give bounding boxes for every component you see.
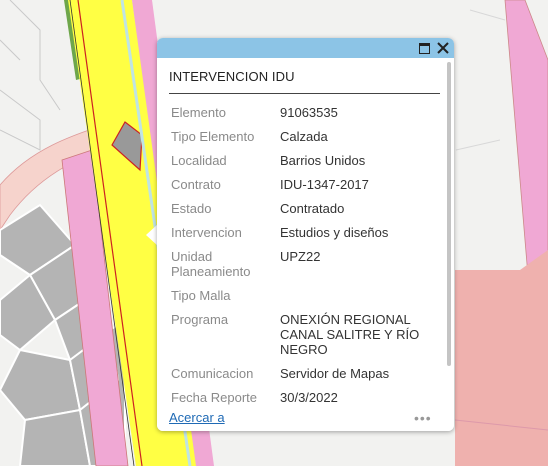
- attribute-row: Localidad Barrios Unidos: [171, 149, 439, 173]
- attribute-value: UPZ22: [280, 249, 321, 264]
- attribute-row: Contrato IDU-1347-2017: [171, 173, 439, 197]
- attribute-row: Estado Contratado: [171, 197, 439, 221]
- attribute-key: Estado: [171, 201, 212, 216]
- info-popup: INTERVENCION IDU Elemento 91063535 Tipo El…: [157, 38, 454, 431]
- scrollbar-thumb[interactable]: [447, 62, 451, 366]
- attribute-table: Elemento 91063535 Tipo Elemento Calzada Loca…: [171, 101, 439, 410]
- attribute-key: Fecha Reporte: [171, 390, 257, 405]
- zoom-to-link[interactable]: Acercar a: [169, 410, 225, 425]
- popup-footer: Acercar a •••: [157, 408, 454, 431]
- attribute-row: Intervencion Estudios y diseños: [171, 221, 439, 245]
- attribute-key: Intervencion: [171, 225, 242, 240]
- attribute-row: Fecha Reporte 30/3/2022: [171, 386, 439, 410]
- attribute-row: Comunicacion Servidor de Mapas: [171, 362, 439, 386]
- attribute-value: 30/3/2022: [280, 390, 338, 405]
- attribute-key: Contrato: [171, 177, 221, 192]
- attribute-value: Contratado: [280, 201, 345, 216]
- attribute-value: Calzada: [280, 129, 328, 144]
- attribute-row: Elemento 91063535: [171, 101, 439, 125]
- attribute-value: IDU-1347-2017: [280, 177, 369, 192]
- attribute-key: Localidad: [171, 153, 227, 168]
- attribute-row: Tipo Elemento Calzada: [171, 125, 439, 149]
- attribute-key: Comunicacion: [171, 366, 254, 381]
- attribute-row: Unidad Planeamiento UPZ22: [171, 245, 439, 284]
- attribute-value: ONEXIÓN REGIONAL CANAL SALITRE Y RÍO NEG…: [280, 312, 420, 357]
- maximize-icon[interactable]: [417, 40, 433, 56]
- attribute-key: Programa: [171, 312, 229, 327]
- attribute-row: Tipo Malla: [171, 284, 439, 308]
- title-divider: [169, 93, 440, 94]
- popup-title: INTERVENCION IDU: [169, 69, 295, 84]
- attribute-value: [280, 284, 439, 308]
- popup-header: [157, 38, 454, 58]
- close-icon[interactable]: [435, 40, 451, 56]
- attribute-value: 91063535: [280, 105, 338, 120]
- more-options-icon[interactable]: •••: [414, 410, 432, 426]
- attribute-key: Elemento: [171, 105, 226, 120]
- attribute-value: Servidor de Mapas: [280, 366, 390, 381]
- attribute-key: Tipo Elemento: [171, 129, 255, 144]
- attribute-row: Programa ONEXIÓN REGIONAL CANAL SALITRE Y…: [171, 308, 439, 362]
- attribute-key: Tipo Malla: [171, 288, 231, 303]
- attribute-value: Estudios y diseños: [280, 225, 389, 240]
- attribute-key: Unidad Planeamiento: [171, 249, 251, 279]
- attribute-value: Barrios Unidos: [280, 153, 366, 168]
- zone-salmon-right: [455, 250, 548, 466]
